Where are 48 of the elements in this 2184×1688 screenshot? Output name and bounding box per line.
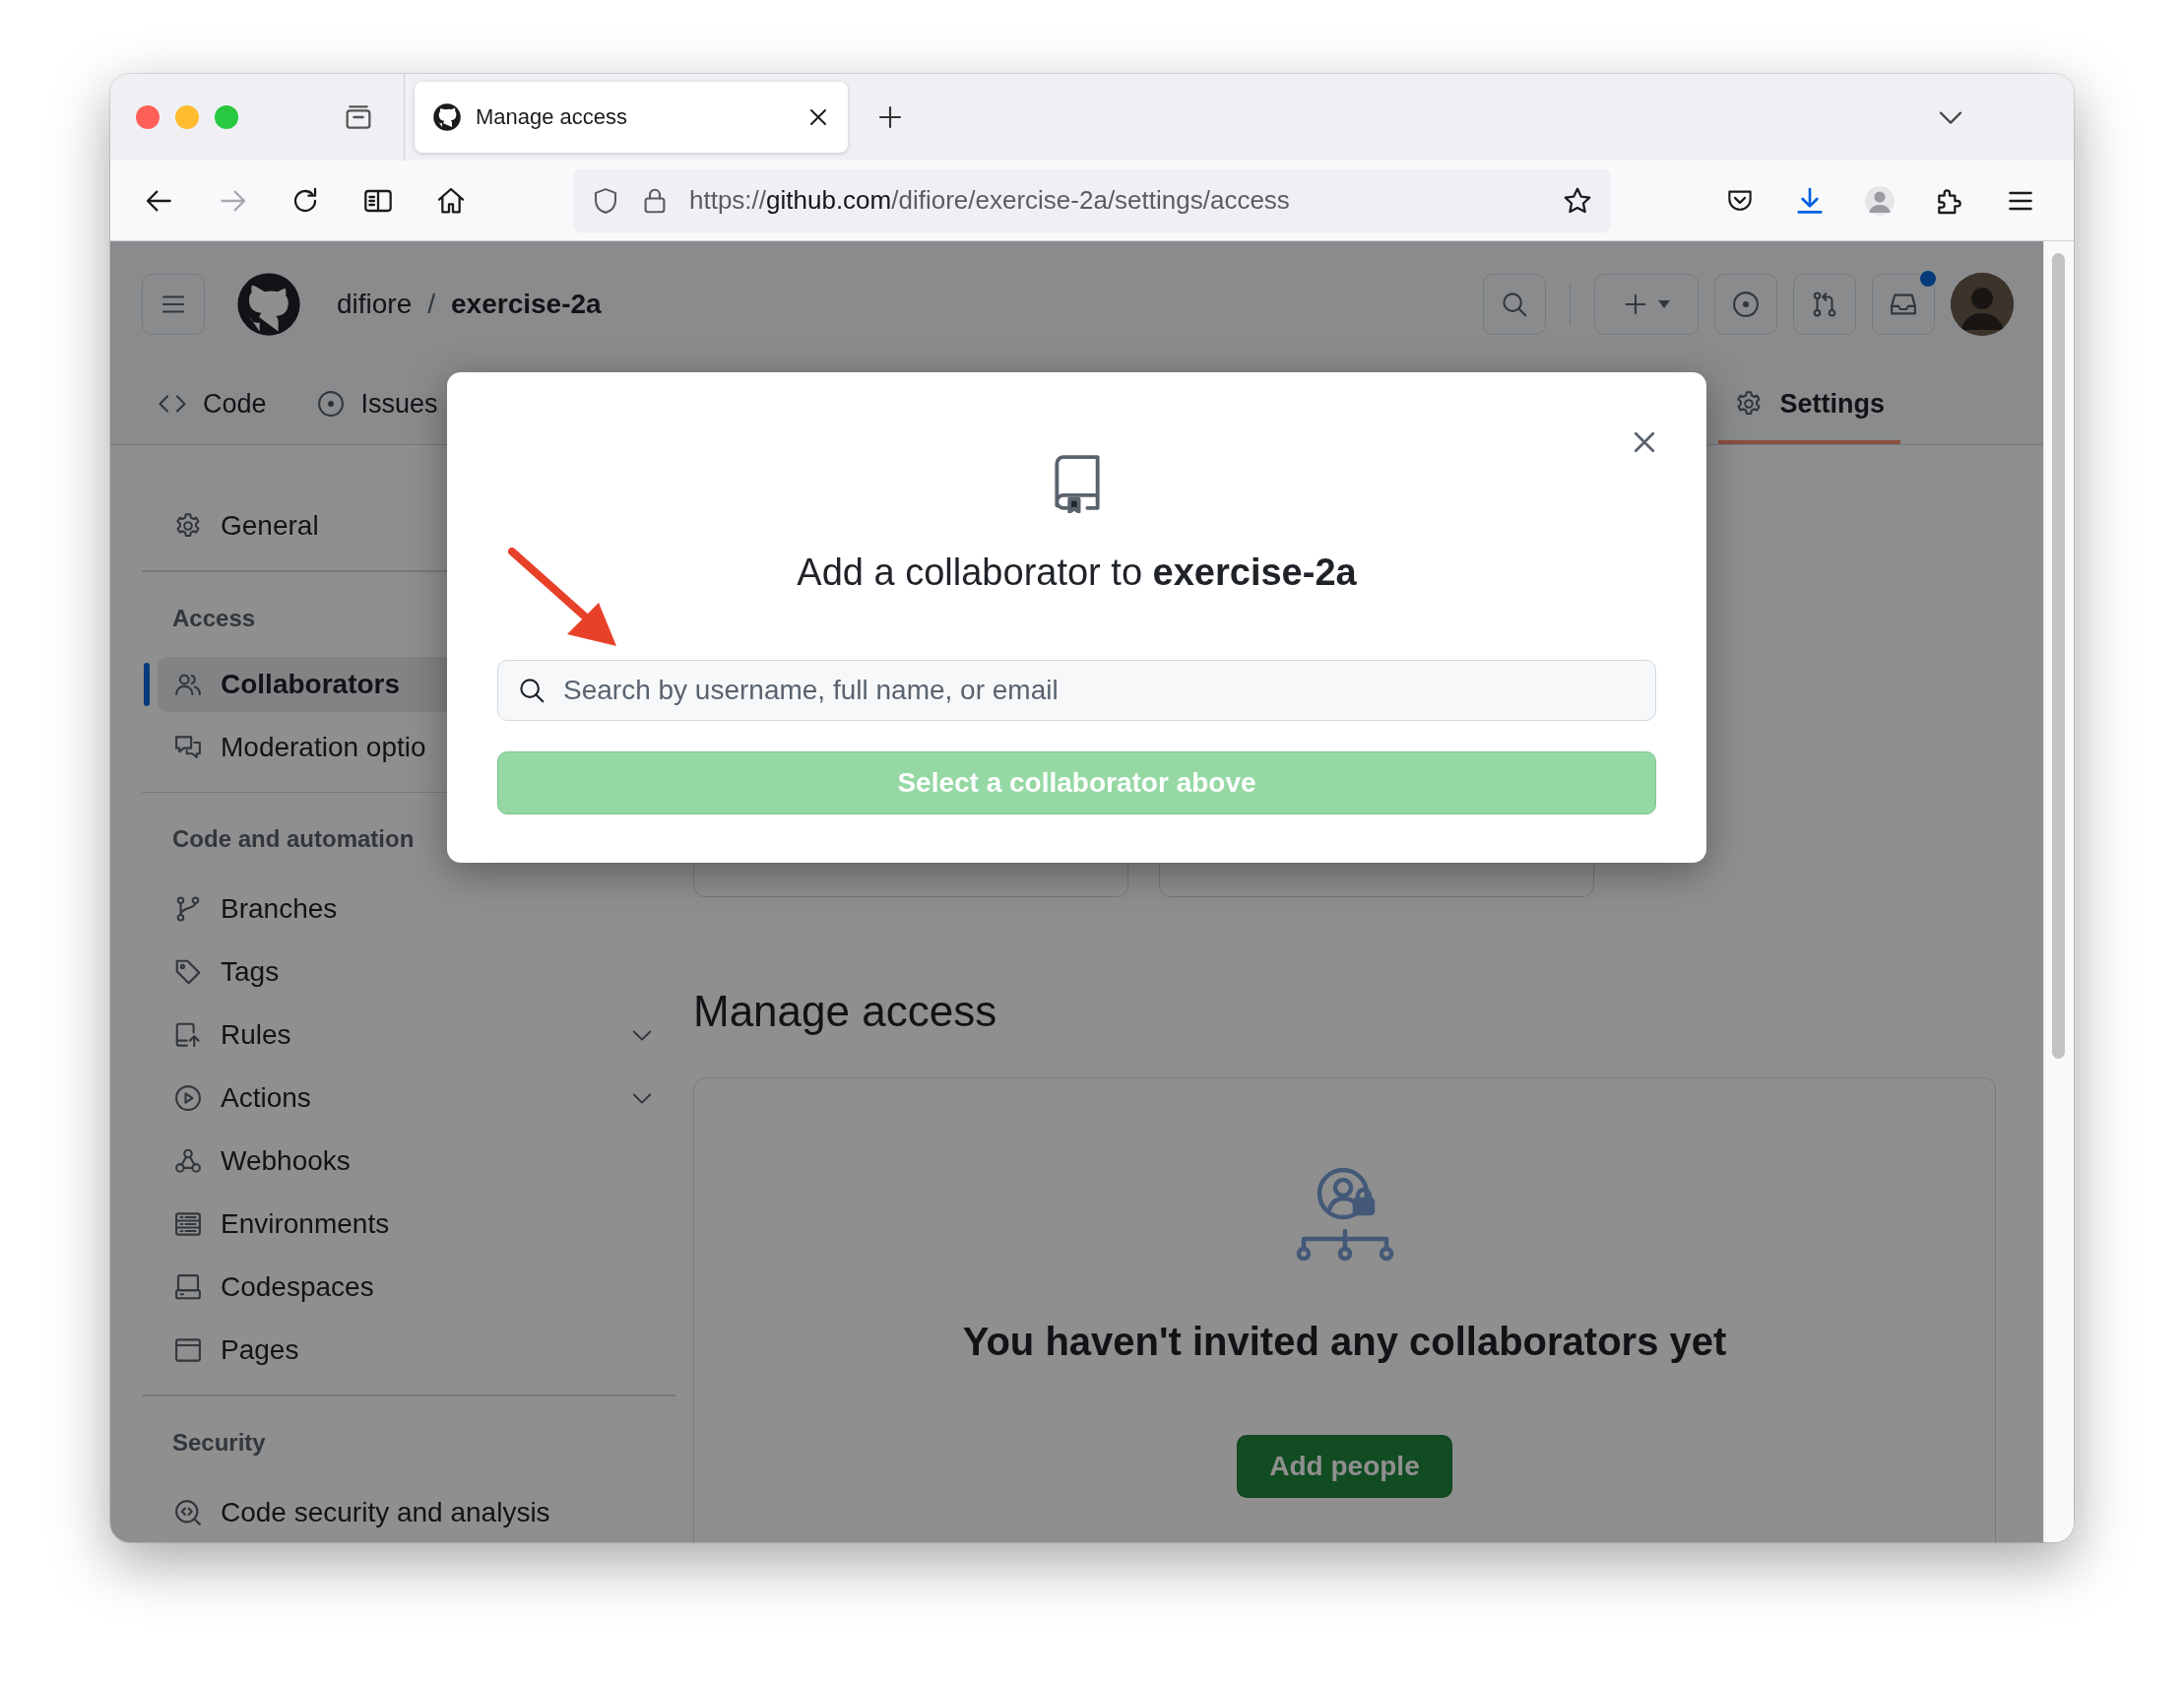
section-heading: Code and automation — [172, 824, 415, 854]
sidebar-item[interactable]: Tags — [142, 941, 675, 1004]
search-field[interactable]: Search by username, full name, or email — [497, 660, 1656, 721]
play-icon — [173, 1083, 203, 1113]
sidebar-item[interactable]: Code security and analysis — [142, 1480, 675, 1542]
issue-icon — [315, 389, 346, 419]
search-icon — [517, 676, 546, 705]
logo-icon — [432, 102, 462, 132]
window-icon — [173, 1335, 203, 1365]
scrollbar-thumb[interactable] — [2052, 253, 2065, 1059]
repo-tab[interactable]: Code — [142, 367, 283, 444]
avatar[interactable] — [1951, 273, 2014, 336]
owner-link[interactable]: difiore — [337, 289, 413, 320]
repo-tab[interactable]: Settings — [1718, 367, 1900, 444]
add-people-button[interactable]: Add people — [1237, 1435, 1452, 1498]
dialog-title: Add a collaborator to exercise-2a — [796, 551, 1358, 595]
browser-tab[interactable]: Manage access — [415, 82, 848, 153]
webhook-icon — [173, 1146, 203, 1176]
empty-state-message: You haven't invited any collaborators yet — [962, 1320, 1727, 1364]
close-window-button[interactable] — [136, 105, 160, 129]
page-heading: Manage access — [693, 986, 998, 1037]
account-button[interactable] — [1865, 185, 1895, 216]
sidebar-item[interactable]: Branches — [142, 877, 675, 941]
caret-icon — [1657, 299, 1671, 309]
sidebar-item[interactable]: Codespaces — [142, 1256, 675, 1319]
sidebar-item[interactable]: Actions — [142, 1067, 675, 1130]
avatar-icon — [1865, 185, 1895, 216]
logo-icon — [236, 272, 301, 337]
search-code-icon — [173, 1497, 203, 1527]
submit-button: Select a collaborator above — [497, 751, 1656, 814]
section-heading: Security — [172, 1427, 266, 1458]
sidebar-item[interactable]: Environments — [142, 1193, 675, 1256]
issues-button[interactable] — [1714, 274, 1777, 335]
issue-icon — [1731, 290, 1761, 319]
monitor-icon — [173, 1272, 203, 1302]
pull-requests-button[interactable] — [1793, 274, 1856, 335]
sidebar-item[interactable]: Webhooks — [142, 1130, 675, 1193]
section-heading: Access — [172, 603, 256, 633]
search-button[interactable] — [1482, 274, 1546, 335]
sidebar-item[interactable]: Pages — [142, 1319, 675, 1382]
person-lock-network-icon — [1295, 1166, 1394, 1263]
document-arrow-icon — [173, 1020, 203, 1050]
list-icon — [173, 1209, 203, 1239]
breadcrumb-separator: / — [427, 289, 436, 320]
repo-link[interactable]: exercise-2a — [451, 289, 602, 320]
tag-icon — [173, 957, 203, 987]
address-bar[interactable]: https://github.com/difiore/exercise-2a/settings/access — [573, 168, 1611, 232]
sidebar-item[interactable]: Rules — [142, 1004, 675, 1067]
